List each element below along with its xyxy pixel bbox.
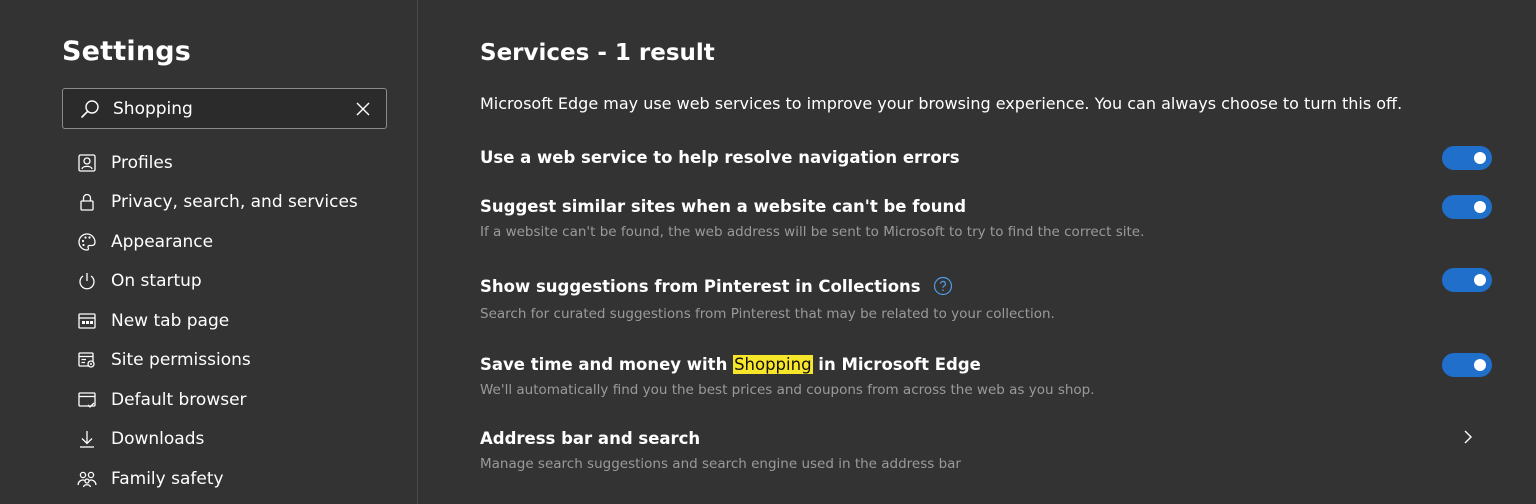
toggle-knob bbox=[1474, 274, 1486, 286]
family-icon bbox=[75, 467, 99, 491]
profile-icon bbox=[75, 151, 99, 175]
sidebar-item-new-tab-page[interactable]: New tab page bbox=[62, 301, 402, 341]
setting-title: Suggest similar sites when a website can… bbox=[480, 197, 967, 216]
sidebar-item-on-startup[interactable]: On startup bbox=[62, 262, 402, 302]
new-tab-icon bbox=[75, 309, 99, 333]
palette-icon bbox=[75, 230, 99, 254]
sidebar-item-label: Family safety bbox=[111, 468, 224, 489]
help-circle-icon[interactable] bbox=[933, 276, 953, 296]
search-input[interactable] bbox=[113, 93, 352, 124]
search-highlight: Shopping bbox=[733, 355, 813, 374]
sidebar-item-appearance[interactable]: Appearance bbox=[62, 222, 402, 262]
setting-row-address-bar[interactable]: Address bar and search Manage search sug… bbox=[480, 429, 1492, 472]
browser-icon bbox=[75, 388, 99, 412]
setting-subtitle: We'll automatically find you the best pr… bbox=[480, 382, 1095, 398]
navigation-errors-toggle[interactable] bbox=[1442, 146, 1492, 170]
sidebar-item-family-safety[interactable]: Family safety bbox=[62, 459, 402, 499]
sidebar-item-label: Appearance bbox=[111, 231, 214, 252]
sidebar-item-label: Downloads bbox=[111, 429, 205, 450]
lock-icon bbox=[75, 190, 99, 214]
search-box[interactable] bbox=[62, 88, 387, 129]
setting-title: Address bar and search bbox=[480, 429, 701, 448]
setting-subtitle: Search for curated suggestions from Pint… bbox=[480, 306, 1055, 322]
site-permissions-icon bbox=[75, 348, 99, 372]
toggle-knob bbox=[1474, 201, 1486, 213]
sidebar-item-default-browser[interactable]: Default browser bbox=[62, 380, 402, 420]
sidebar-item-label: Default browser bbox=[111, 389, 247, 410]
sidebar-item-privacy[interactable]: Privacy, search, and services bbox=[62, 183, 402, 223]
sidebar-item-label: New tab page bbox=[111, 310, 230, 331]
chevron-right-icon[interactable] bbox=[1458, 427, 1478, 447]
toggle-knob bbox=[1474, 152, 1486, 164]
settings-app: Settings Shopping Profiles Privacy, sear… bbox=[0, 0, 1536, 504]
power-icon bbox=[75, 269, 99, 293]
sidebar-nav: Profiles Privacy, search, and services A… bbox=[62, 143, 402, 499]
sidebar-item-label: Site permissions bbox=[111, 350, 251, 371]
setting-title: Show suggestions from Pinterest in Colle… bbox=[480, 276, 1492, 296]
setting-row-similar-sites: Suggest similar sites when a website can… bbox=[480, 195, 1492, 240]
sidebar: Settings Shopping Profiles Privacy, sear… bbox=[0, 0, 418, 504]
shopping-toggle[interactable] bbox=[1442, 353, 1492, 377]
section-title: Services - 1 result bbox=[480, 40, 715, 66]
setting-subtitle: If a website can't be found, the web add… bbox=[480, 224, 1145, 240]
similar-sites-toggle[interactable] bbox=[1442, 195, 1492, 219]
setting-title-text: in Microsoft Edge bbox=[812, 355, 981, 374]
sidebar-item-label: On startup bbox=[111, 271, 202, 292]
toggle-knob bbox=[1474, 359, 1486, 371]
download-icon bbox=[75, 427, 99, 451]
sidebar-item-label: Profiles bbox=[111, 152, 173, 173]
setting-title: Use a web service to help resolve naviga… bbox=[480, 148, 960, 167]
sidebar-title: Settings bbox=[62, 36, 192, 67]
setting-row-shopping: Save time and money with Shopping in Mic… bbox=[480, 353, 1492, 398]
pinterest-toggle[interactable] bbox=[1442, 268, 1492, 292]
sidebar-item-site-permissions[interactable]: Site permissions bbox=[62, 341, 402, 381]
setting-title: Save time and money with Shopping in Mic… bbox=[480, 355, 1492, 374]
search-icon bbox=[79, 98, 101, 120]
setting-row-pinterest: Show suggestions from Pinterest in Colle… bbox=[480, 268, 1492, 322]
sidebar-item-downloads[interactable]: Downloads bbox=[62, 420, 402, 460]
section-description: Microsoft Edge may use web services to i… bbox=[480, 94, 1403, 113]
setting-subtitle: Manage search suggestions and search eng… bbox=[480, 456, 961, 472]
sidebar-item-profiles[interactable]: Profiles bbox=[62, 143, 402, 183]
clear-search-icon[interactable] bbox=[352, 98, 374, 120]
sidebar-item-label: Privacy, search, and services bbox=[111, 192, 358, 213]
setting-title-text: Show suggestions from Pinterest in Colle… bbox=[480, 276, 921, 296]
setting-row-navigation-errors: Use a web service to help resolve naviga… bbox=[480, 146, 1492, 170]
setting-title-text: Save time and money with bbox=[480, 355, 734, 374]
main-content: Services - 1 result Microsoft Edge may u… bbox=[418, 0, 1536, 504]
